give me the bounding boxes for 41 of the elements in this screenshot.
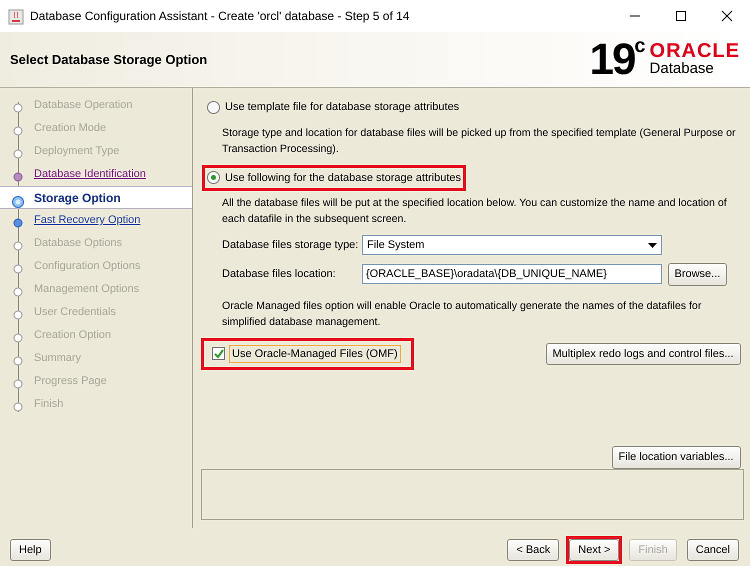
step-item: Management Options xyxy=(0,278,192,301)
step-item: User Credentials xyxy=(0,301,192,324)
wizard-button[interactable]: Cancel xyxy=(686,539,739,561)
step-item: Finish xyxy=(0,393,192,416)
checkbox-label[interactable]: Use Oracle-Managed Files (OMF) xyxy=(229,344,401,363)
checkbox[interactable] xyxy=(212,347,225,360)
window-title: Database Configuration Assistant - Create 'orcl' database - Step 5 of 14 xyxy=(30,8,410,25)
version-logo: 19$^{c}$ xyxy=(589,38,646,82)
description-text: Storage type and location for database files will be picked up from the specified template (General Purpose or Transaction Processing). xyxy=(221,126,736,156)
step-item: Database Operation xyxy=(0,94,192,117)
radio-label[interactable]: Use template file for database storage attributes xyxy=(225,99,460,116)
radio-button[interactable] xyxy=(207,100,220,114)
step-item[interactable]: Fast Recovery Option xyxy=(0,209,192,232)
brand-logo: ORACLE xyxy=(650,41,740,62)
storage-type-dropdown[interactable]: File System xyxy=(362,235,662,255)
product-name: Database xyxy=(650,61,715,78)
radio-button[interactable] xyxy=(207,171,220,184)
app-icon xyxy=(8,7,24,25)
step-item[interactable]: Database Identification xyxy=(0,163,192,186)
location-field[interactable]: {ORACLE_BASE}\oradata\{DB_UNIQUE_NAME} xyxy=(362,264,662,284)
caret-icon xyxy=(648,242,657,248)
step-item: Deployment Type xyxy=(0,140,192,163)
step-indicator-icon xyxy=(13,193,24,211)
step-item: Creation Mode xyxy=(0,117,192,140)
description-text: Oracle Managed files option will enable Oracle to automatically generate the names of the datafiles for simplified database management. xyxy=(221,298,702,330)
step-item: Configuration Options xyxy=(0,255,192,278)
browse-button[interactable]: Browse... xyxy=(668,263,728,286)
wizard-button[interactable]: < Back xyxy=(507,539,560,561)
field-label: Database files storage type: xyxy=(222,238,360,253)
wizard-button[interactable]: Next > xyxy=(569,539,620,561)
file-location-variables-button[interactable]: File location variables... xyxy=(612,446,740,468)
step-item: Creation Option xyxy=(0,324,192,347)
field-label: Database files location: xyxy=(222,267,337,282)
step-item: Database Options xyxy=(0,232,192,255)
help-button[interactable]: Help xyxy=(10,539,51,561)
step-item: Summary xyxy=(0,347,192,370)
step-item: Progress Page xyxy=(0,370,192,393)
multiplex-button[interactable]: Multiplex redo logs and control files... xyxy=(546,342,740,365)
page-title: Select Database Storage Option xyxy=(10,50,208,69)
description-text: All the database files will be put at the specified location below. You can customize the name and location of each datafile in the subsequent screen. xyxy=(221,196,728,227)
step-item[interactable]: Storage Option xyxy=(0,186,192,209)
